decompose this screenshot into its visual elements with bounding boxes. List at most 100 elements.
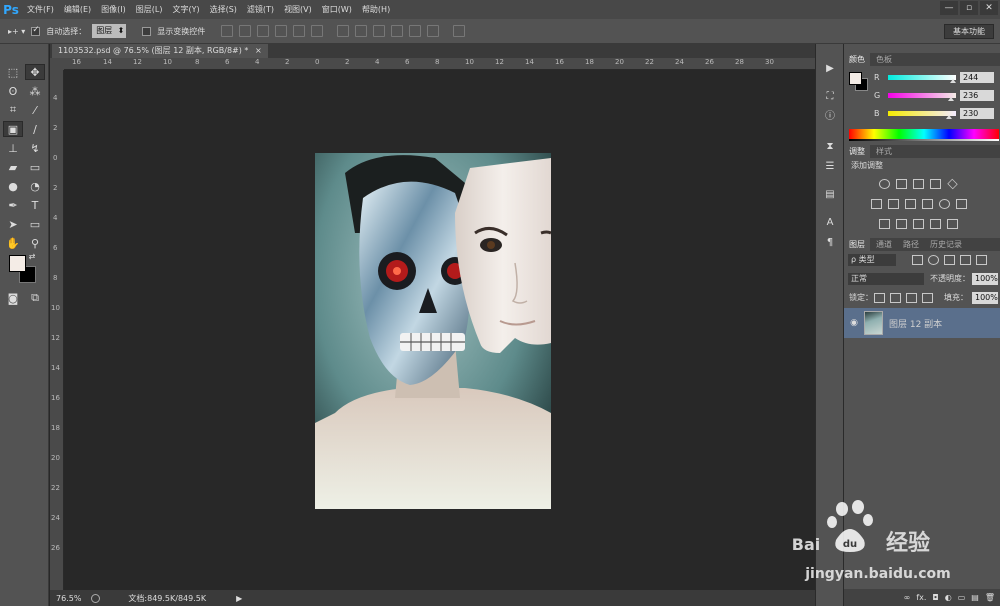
layer-comps-icon[interactable]: ▤ xyxy=(822,188,838,202)
blue-value[interactable]: 230 xyxy=(960,108,994,119)
zoom-level[interactable]: 76.5% xyxy=(56,594,81,603)
move-tool-icon[interactable]: ✥ xyxy=(25,64,45,80)
eyedropper-tool-icon[interactable]: ⁄ xyxy=(25,102,45,118)
lasso-tool-icon[interactable]: ʘ xyxy=(3,83,23,99)
layer-filter-dropdown[interactable]: ρ 类型 xyxy=(848,254,896,266)
photo-filter-icon[interactable] xyxy=(922,199,933,209)
tab-styles[interactable]: 样式 xyxy=(871,145,897,158)
new-adjustment-icon[interactable]: ◐ xyxy=(945,593,952,602)
color-spectrum[interactable] xyxy=(849,129,999,139)
menu-layer[interactable]: 图层(L) xyxy=(131,0,168,19)
new-layer-icon[interactable]: ▤ xyxy=(971,593,979,602)
blue-slider[interactable] xyxy=(888,111,956,119)
type-tool-icon[interactable]: T xyxy=(25,197,45,213)
screen-mode-icon[interactable]: ⧉ xyxy=(25,290,45,306)
show-transform-checkbox[interactable] xyxy=(142,26,152,36)
align-top-icon[interactable] xyxy=(221,25,234,37)
menu-select[interactable]: 选择(S) xyxy=(205,0,242,19)
eraser-tool-icon[interactable]: ▰ xyxy=(3,159,23,175)
hue-saturation-icon[interactable] xyxy=(871,199,882,209)
history-icon[interactable]: ⛶ xyxy=(822,90,838,104)
vibrance-icon[interactable] xyxy=(947,178,958,190)
align-vcenter-icon[interactable] xyxy=(239,25,252,37)
distribute-vcenter-icon[interactable] xyxy=(355,25,368,37)
move-tool-preset-icon[interactable]: ▸+ ▾ xyxy=(8,27,25,36)
distribute-left-icon[interactable] xyxy=(391,25,404,37)
document-tab[interactable]: 1103532.psd @ 76.5% (图层 12 副本, RGB/8#) *… xyxy=(52,44,268,58)
auto-select-dropdown[interactable]: 图层 xyxy=(92,24,127,38)
horizontal-ruler[interactable]: 16 14 12 10 8 6 4 2 0 2 4 6 8 10 12 14 1… xyxy=(64,58,815,70)
align-left-icon[interactable] xyxy=(275,25,288,37)
distribute-top-icon[interactable] xyxy=(337,25,350,37)
new-group-icon[interactable]: ▭ xyxy=(958,593,966,602)
slider-marker[interactable] xyxy=(947,97,954,101)
workspace-switcher[interactable]: 基本功能 xyxy=(944,24,994,39)
zoom-tool-icon[interactable]: ⚲ xyxy=(25,235,45,251)
invert-icon[interactable] xyxy=(879,219,890,229)
document-image[interactable] xyxy=(315,153,551,509)
posterize-icon[interactable] xyxy=(896,219,907,229)
lock-position-icon[interactable] xyxy=(906,293,917,303)
link-layers-icon[interactable]: ∞ xyxy=(904,593,911,602)
slider-marker[interactable] xyxy=(946,115,953,119)
blend-mode-dropdown[interactable]: 正常 xyxy=(848,273,924,285)
play-actions-icon[interactable]: ▶ xyxy=(822,62,838,76)
foreground-color-swatch[interactable] xyxy=(9,255,26,272)
brightness-contrast-icon[interactable] xyxy=(879,179,890,189)
ruler-origin[interactable] xyxy=(50,58,64,70)
channel-mixer-icon[interactable] xyxy=(939,199,950,209)
green-slider[interactable] xyxy=(888,93,956,101)
red-slider[interactable] xyxy=(888,75,957,83)
clone-stamp-tool-icon[interactable]: ⊥ xyxy=(3,140,23,156)
layer-style-icon[interactable]: fx. xyxy=(916,593,926,602)
distribute-bottom-icon[interactable] xyxy=(373,25,386,37)
menu-window[interactable]: 窗口(W) xyxy=(317,0,357,19)
distribute-right-icon[interactable] xyxy=(427,25,440,37)
pen-tool-icon[interactable]: ✒ xyxy=(3,197,23,213)
align-bottom-icon[interactable] xyxy=(257,25,270,37)
red-value[interactable]: 244 xyxy=(960,72,994,83)
filter-shape-icon[interactable] xyxy=(960,255,971,265)
vertical-ruler[interactable]: 4 2 0 2 4 6 8 10 12 14 16 18 20 22 24 26 xyxy=(50,70,64,590)
brush-settings-icon[interactable]: ☰ xyxy=(822,160,838,174)
layer-row[interactable]: ◉ 图层 12 副本 xyxy=(844,308,1000,338)
hand-tool-icon[interactable]: ✋ xyxy=(3,235,23,251)
menu-edit[interactable]: 编辑(E) xyxy=(59,0,96,19)
tab-color[interactable]: 颜色 xyxy=(844,53,870,66)
dodge-tool-icon[interactable]: ◔ xyxy=(25,178,45,194)
selective-color-icon[interactable] xyxy=(930,219,941,229)
exposure-icon[interactable] xyxy=(930,179,941,189)
tab-layers[interactable]: 图层 xyxy=(844,238,870,251)
quick-select-tool-icon[interactable]: ⁂ xyxy=(25,83,45,99)
minimize-button[interactable]: — xyxy=(940,1,958,15)
delete-layer-icon[interactable]: 🗑 xyxy=(985,593,995,602)
color-lookup-icon[interactable] xyxy=(956,199,967,209)
panel-fg-swatch[interactable] xyxy=(849,72,862,85)
paragraph-icon[interactable]: ¶ xyxy=(822,236,838,250)
restore-button[interactable]: ▫ xyxy=(960,1,978,15)
levels-icon[interactable] xyxy=(896,179,907,189)
status-menu-arrow-icon[interactable]: ▶ xyxy=(236,594,242,603)
gradient-map-icon[interactable] xyxy=(947,219,958,229)
menu-help[interactable]: 帮助(H) xyxy=(357,0,395,19)
patch-tool-icon[interactable]: ▣ xyxy=(3,121,23,137)
lock-all-icon[interactable] xyxy=(922,293,933,303)
black-white-icon[interactable] xyxy=(905,199,916,209)
color-balance-icon[interactable] xyxy=(888,199,899,209)
add-mask-icon[interactable]: ◘ xyxy=(932,593,938,602)
menu-image[interactable]: 图像(I) xyxy=(96,0,131,19)
fill-input[interactable]: 100% xyxy=(972,292,998,304)
align-right-icon[interactable] xyxy=(311,25,324,37)
auto-align-icon[interactable] xyxy=(453,25,466,37)
rectangle-tool-icon[interactable]: ▭ xyxy=(25,216,45,232)
distribute-hcenter-icon[interactable] xyxy=(409,25,422,37)
tab-history[interactable]: 历史记录 xyxy=(925,238,967,251)
path-select-tool-icon[interactable]: ➤ xyxy=(3,216,23,232)
blur-tool-icon[interactable]: ● xyxy=(3,178,23,194)
tab-adjustments[interactable]: 调整 xyxy=(844,145,870,158)
grayscale-ramp[interactable] xyxy=(849,139,999,141)
menu-file[interactable]: 文件(F) xyxy=(22,0,59,19)
filter-adjustment-icon[interactable] xyxy=(928,255,939,265)
filter-smart-icon[interactable] xyxy=(976,255,987,265)
tab-channels[interactable]: 通道 xyxy=(871,238,897,251)
